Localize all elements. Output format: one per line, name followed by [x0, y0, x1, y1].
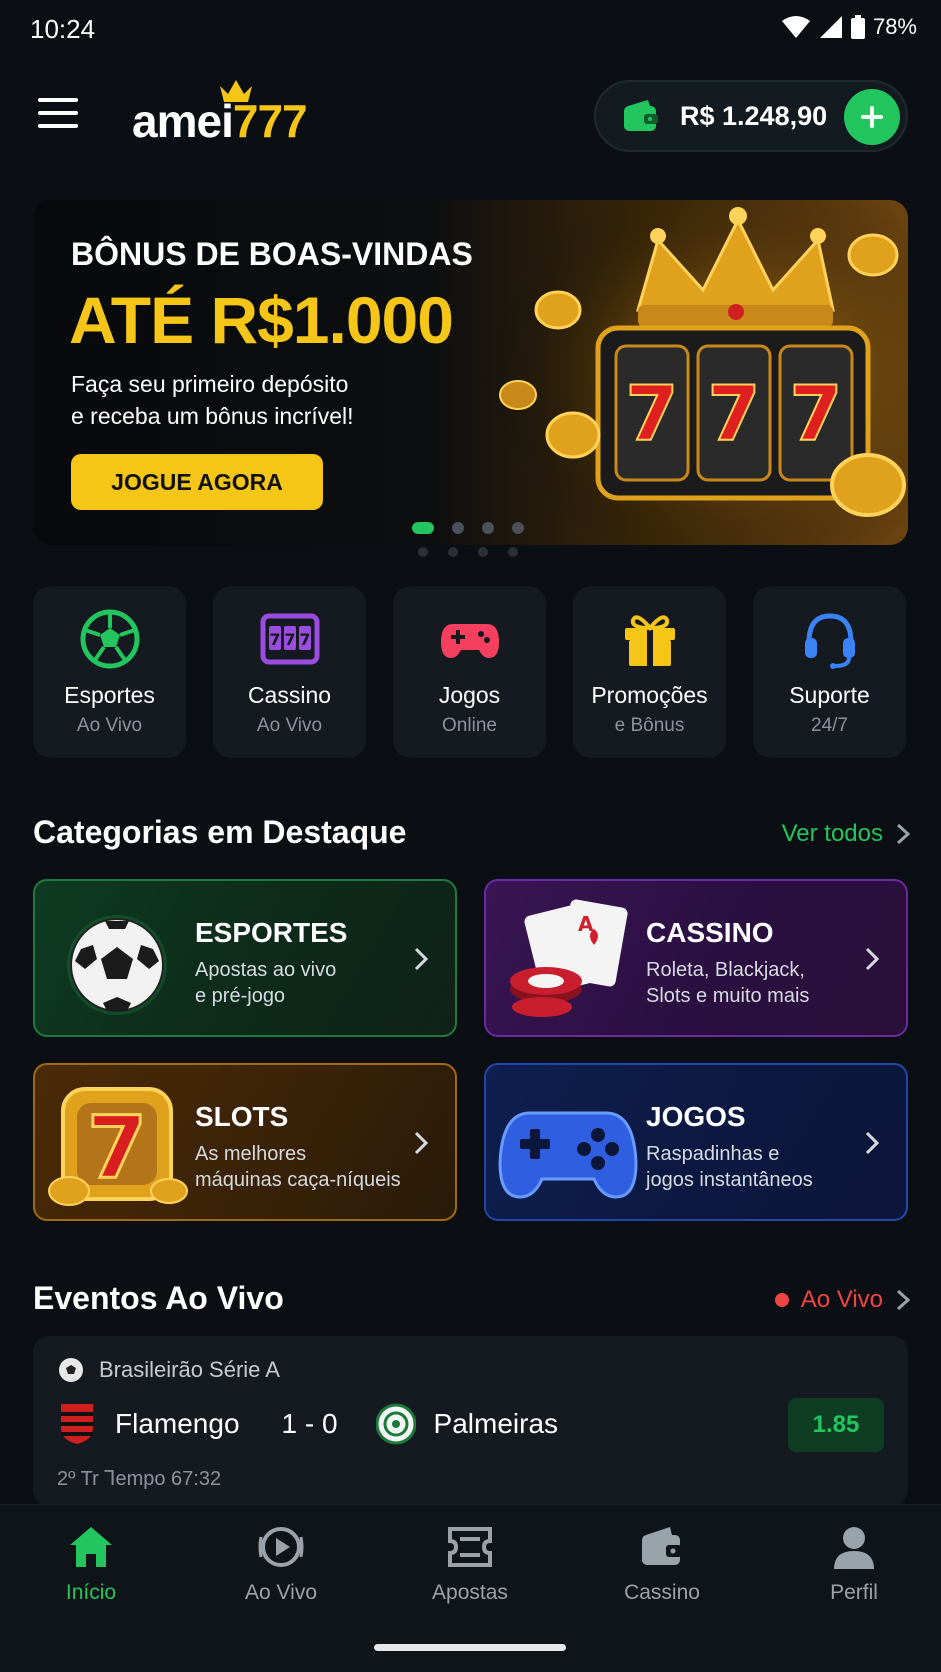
- plus-icon: [861, 106, 883, 128]
- category-title: CASSINO: [646, 917, 774, 948]
- match-row: Flamengo 1 - 0 Palmeiras: [57, 1402, 558, 1446]
- league-name: Brasileirão Série A: [99, 1357, 280, 1382]
- nav-perfil[interactable]: Perfil: [789, 1523, 919, 1605]
- home-icon: [70, 1527, 112, 1567]
- live-play-icon: [258, 1527, 304, 1567]
- slot-machine-icon: 7 7 7: [260, 613, 319, 665]
- menu-button[interactable]: [38, 98, 80, 132]
- add-funds-button[interactable]: [844, 89, 900, 145]
- signal-icon: [819, 16, 842, 38]
- category-card-esportes[interactable]: ESPORTES Apostas ao vivo e pré-jogo: [33, 879, 457, 1037]
- nav-apostas[interactable]: Apostas: [405, 1523, 535, 1605]
- play-now-button[interactable]: JOGUE AGORA: [71, 454, 323, 510]
- svg-text:7: 7: [708, 369, 761, 458]
- wallet-balance-pill[interactable]: R$ 1.248,90: [594, 80, 908, 152]
- banner-subtitle: BÔNUS DE BOAS-VINDAS: [71, 236, 473, 272]
- battery-level: 78%: [872, 14, 917, 39]
- featured-categories-title: Categorias em Destaque: [33, 814, 407, 850]
- promo-banner[interactable]: 7 7 7 BÔNUS DE BOAS-VINDAS ATÉ R$1.000 F…: [33, 200, 908, 545]
- golden-seven-art: 7: [48, 1087, 188, 1206]
- wallet-icon: [624, 100, 658, 131]
- carousel-indicator: [412, 522, 524, 534]
- away-team: Palmeiras: [433, 1408, 559, 1439]
- flamengo-crest-icon: [61, 1404, 93, 1444]
- live-events-title: Eventos Ao Vivo: [33, 1280, 284, 1316]
- live-link[interactable]: Ao Vivo: [774, 1286, 911, 1314]
- gamepad-icon: [440, 624, 499, 658]
- carousel-dot[interactable]: [512, 522, 524, 534]
- category-title: SLOTS: [195, 1101, 289, 1132]
- odds-button[interactable]: 1.85: [788, 1398, 884, 1452]
- user-icon: [834, 1527, 874, 1569]
- chevron-right-icon: [896, 823, 911, 845]
- battery-icon: [850, 15, 865, 39]
- carousel-dot[interactable]: [482, 522, 494, 534]
- carousel-dot[interactable]: [412, 522, 434, 534]
- category-title: JOGOS: [646, 1101, 746, 1132]
- chevron-right-icon: [896, 1289, 911, 1311]
- nav-inicio[interactable]: Início: [26, 1523, 156, 1605]
- category-card-cassino[interactable]: A CASSINO Roleta, Blackjack, Slots e mui…: [484, 879, 908, 1037]
- category-description: As melhores máquinas caça-níqueis: [195, 1143, 401, 1191]
- chevron-right-icon: [865, 1131, 880, 1155]
- blue-controller-art: [498, 1111, 638, 1199]
- banner-title: ATÉ R$1.000: [69, 283, 454, 357]
- slot-machine-crown-art: 7 7 7: [488, 200, 908, 545]
- menu-icon: [38, 98, 78, 102]
- category-description: Raspadinhas e jogos instantâneos: [646, 1143, 813, 1191]
- carousel-dot[interactable]: [452, 522, 464, 534]
- category-card-jogos[interactable]: JOGOS Raspadinhas e jogos instantâneos: [484, 1063, 908, 1221]
- match-time: 2º Tr Ꞁempo 67:32: [57, 1468, 222, 1490]
- tile-jogos[interactable]: Jogos Online: [393, 586, 546, 758]
- live-dot-icon: [774, 1293, 789, 1307]
- svg-text:7: 7: [284, 630, 295, 649]
- chevron-right-icon: [865, 947, 880, 971]
- nav-cassino[interactable]: Cassino: [597, 1523, 727, 1605]
- league-row: Brasileirão Série A: [57, 1356, 280, 1384]
- status-icons: 78%: [781, 14, 917, 40]
- chevron-right-icon: [414, 1131, 429, 1155]
- category-card-slots[interactable]: 7 SLOTS As melhores máquinas caça-níquei…: [33, 1063, 457, 1221]
- live-event-card[interactable]: Brasileirão Série A Flamengo 1 - 0 Palme…: [33, 1336, 908, 1506]
- see-all-link[interactable]: Ver todos: [782, 820, 911, 848]
- tile-promocoes[interactable]: Promoções e Bônus: [573, 586, 726, 758]
- home-team: Flamengo: [115, 1408, 240, 1439]
- soccer-ball-icon: [59, 1358, 83, 1382]
- wallet-icon: [642, 1527, 682, 1565]
- quick-access-tiles: Esportes Ao Vivo 7 7 7 Cassino Ao Vivo J…: [33, 586, 908, 758]
- wifi-icon: [781, 16, 810, 38]
- category-title: ESPORTES: [195, 917, 348, 948]
- tile-esportes[interactable]: Esportes Ao Vivo: [33, 586, 186, 758]
- tile-suporte[interactable]: Suporte 24/7: [753, 586, 906, 758]
- soccer-ball-icon: [80, 609, 139, 669]
- status-time: 10:24: [30, 14, 96, 44]
- svg-text:7: 7: [790, 369, 843, 458]
- status-bar: 10:24 78%: [0, 0, 941, 58]
- svg-text:7: 7: [269, 630, 280, 649]
- svg-text:7: 7: [87, 1098, 147, 1198]
- palmeiras-crest-icon: [375, 1403, 416, 1445]
- chevron-right-icon: [414, 947, 429, 971]
- cards-and-chips-art: A: [510, 899, 628, 1017]
- tile-cassino[interactable]: 7 7 7 Cassino Ao Vivo: [213, 586, 366, 758]
- headset-icon: [804, 613, 855, 669]
- logo[interactable]: amei777: [132, 78, 342, 148]
- home-indicator[interactable]: [374, 1644, 566, 1651]
- svg-text:7: 7: [626, 369, 679, 458]
- soccer-ball-art: [67, 915, 167, 1015]
- category-description: Apostas ao vivo e pré-jogo: [195, 959, 337, 1007]
- ticket-icon: [448, 1527, 492, 1567]
- logo-text: amei777: [132, 95, 308, 147]
- nav-ao-vivo[interactable]: Ao Vivo: [216, 1523, 346, 1605]
- gift-icon: [624, 615, 675, 666]
- svg-text:7: 7: [299, 630, 310, 649]
- carousel-indicator-secondary: [418, 547, 518, 557]
- wallet-balance: R$ 1.248,90: [680, 100, 828, 131]
- match-score: 1 - 0: [281, 1408, 338, 1439]
- banner-description: Faça seu primeiro depósito e receba um b…: [71, 371, 354, 429]
- category-description: Roleta, Blackjack, Slots e muito mais: [646, 959, 810, 1007]
